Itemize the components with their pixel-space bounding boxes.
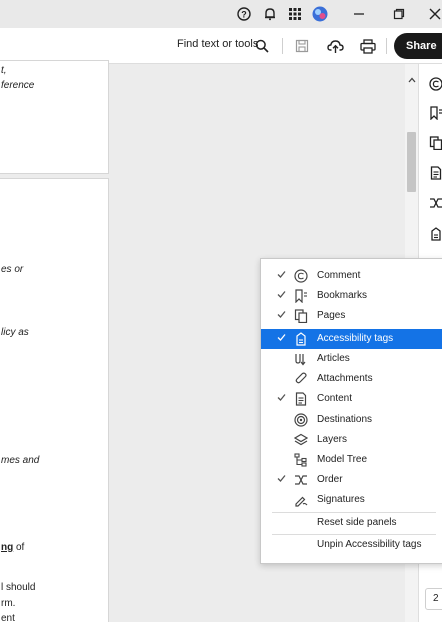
menu-item-label: Model Tree bbox=[317, 454, 368, 465]
menu-item-pages[interactable]: Pages bbox=[261, 306, 442, 326]
menu-item-label: Attachments bbox=[317, 373, 373, 384]
checkmark-icon bbox=[277, 394, 286, 401]
save-icon[interactable] bbox=[293, 37, 311, 55]
menu-item-bookmarks[interactable]: Bookmarks bbox=[261, 286, 442, 306]
accessibility-tags-icon bbox=[293, 331, 309, 347]
paperclip-icon bbox=[293, 371, 309, 387]
signature-icon bbox=[293, 492, 309, 508]
menu-item-destinations[interactable]: Destinations bbox=[261, 410, 442, 430]
model-tree-icon bbox=[293, 452, 309, 468]
notifications-bell-icon[interactable] bbox=[261, 4, 279, 24]
content-icon bbox=[293, 391, 309, 407]
menu-item-accessibility-tags[interactable]: Accessibility tags bbox=[261, 329, 442, 349]
toolbar: Find text or tools Share bbox=[0, 28, 442, 64]
text-fragment: ent bbox=[1, 613, 15, 622]
cloud-upload-icon[interactable] bbox=[325, 36, 345, 56]
text-fragment-tail: of bbox=[13, 542, 25, 553]
comment-icon bbox=[293, 268, 309, 284]
underlined-text: ng bbox=[1, 542, 14, 553]
checkmark-icon bbox=[277, 311, 286, 318]
checkmark-icon bbox=[277, 271, 286, 278]
menu-item-label: Destinations bbox=[317, 414, 373, 425]
menu-item-content[interactable]: Content bbox=[261, 389, 442, 409]
search-icon[interactable] bbox=[253, 37, 271, 55]
svg-text:?: ? bbox=[241, 10, 247, 20]
checkmark-icon bbox=[277, 334, 286, 341]
menu-item-order[interactable]: Order bbox=[261, 470, 442, 490]
menu-item-label: Pages bbox=[317, 310, 346, 321]
menu-item-label: Articles bbox=[317, 353, 350, 364]
menu-item-label: Comment bbox=[317, 270, 361, 281]
side-panels-context-menu: Comment Bookmarks Pages Accessibility ta… bbox=[260, 258, 442, 564]
content-icon[interactable] bbox=[428, 165, 442, 181]
order-icon bbox=[293, 472, 309, 488]
menu-item-articles[interactable]: Articles bbox=[261, 349, 442, 369]
menu-item-layers[interactable]: Layers bbox=[261, 430, 442, 450]
document-page-1: t, ference bbox=[0, 60, 109, 174]
toolbar-separator bbox=[386, 38, 387, 54]
menu-item-label: Accessibility tags bbox=[317, 333, 394, 344]
menu-item-label: Reset side panels bbox=[317, 517, 397, 528]
menu-item-label: Content bbox=[317, 393, 353, 404]
pages-icon[interactable] bbox=[428, 135, 442, 151]
menu-item-reset-side-panels[interactable]: Reset side panels bbox=[261, 513, 442, 533]
checkmark-icon bbox=[277, 475, 286, 482]
menu-item-comment[interactable]: Comment bbox=[261, 266, 442, 286]
close-window-icon[interactable] bbox=[427, 4, 442, 24]
text-fragment: mes and bbox=[1, 455, 40, 466]
bookmark-icon bbox=[293, 288, 309, 304]
text-fragment: t, bbox=[1, 65, 7, 76]
menu-item-label: Bookmarks bbox=[317, 290, 368, 301]
bookmark-icon[interactable] bbox=[428, 105, 442, 121]
checkmark-icon bbox=[277, 291, 286, 298]
layers-icon bbox=[293, 432, 309, 448]
scrollbar-thumb[interactable] bbox=[407, 132, 416, 192]
menu-item-label: Layers bbox=[317, 434, 348, 445]
toolbar-separator bbox=[282, 38, 283, 54]
apps-grid-icon[interactable] bbox=[286, 4, 304, 24]
accessibility-tags-icon[interactable] bbox=[428, 226, 442, 242]
page-number-badge[interactable]: 2 bbox=[425, 588, 442, 610]
find-text-or-tools-label[interactable]: Find text or tools bbox=[177, 38, 258, 50]
text-fragment: ference bbox=[1, 80, 35, 91]
menu-item-signatures[interactable]: Signatures bbox=[261, 490, 442, 510]
text-fragment: es or bbox=[1, 264, 24, 275]
minimize-icon[interactable] bbox=[350, 4, 368, 24]
comment-icon[interactable] bbox=[428, 76, 442, 92]
menu-item-label: Unpin Accessibility tags bbox=[317, 539, 422, 550]
print-icon[interactable] bbox=[358, 36, 378, 56]
text-fragment: rm. bbox=[1, 598, 16, 609]
help-icon[interactable]: ? bbox=[235, 4, 253, 24]
profile-avatar-icon[interactable] bbox=[310, 4, 330, 24]
menu-item-unpin-accessibility-tags[interactable]: Unpin Accessibility tags bbox=[261, 535, 442, 555]
pages-icon bbox=[293, 308, 309, 324]
text-fragment: licy as bbox=[1, 327, 29, 338]
menu-item-label: Order bbox=[317, 474, 343, 485]
order-icon[interactable] bbox=[428, 195, 442, 211]
share-button[interactable]: Share bbox=[394, 33, 442, 59]
articles-icon bbox=[293, 351, 309, 367]
menu-item-attachments[interactable]: Attachments bbox=[261, 369, 442, 389]
document-page-2: es or licy as mes and ng of l should rm.… bbox=[0, 178, 109, 622]
menu-item-label: Signatures bbox=[317, 494, 365, 505]
text-fragment: l should bbox=[1, 582, 36, 593]
destinations-icon bbox=[293, 412, 309, 428]
restore-icon[interactable] bbox=[390, 4, 408, 24]
text-fragment: ng of bbox=[1, 542, 24, 553]
title-bar: ? bbox=[0, 0, 442, 28]
menu-item-model-tree[interactable]: Model Tree bbox=[261, 450, 442, 470]
scroll-up-arrow-icon[interactable] bbox=[408, 70, 416, 88]
